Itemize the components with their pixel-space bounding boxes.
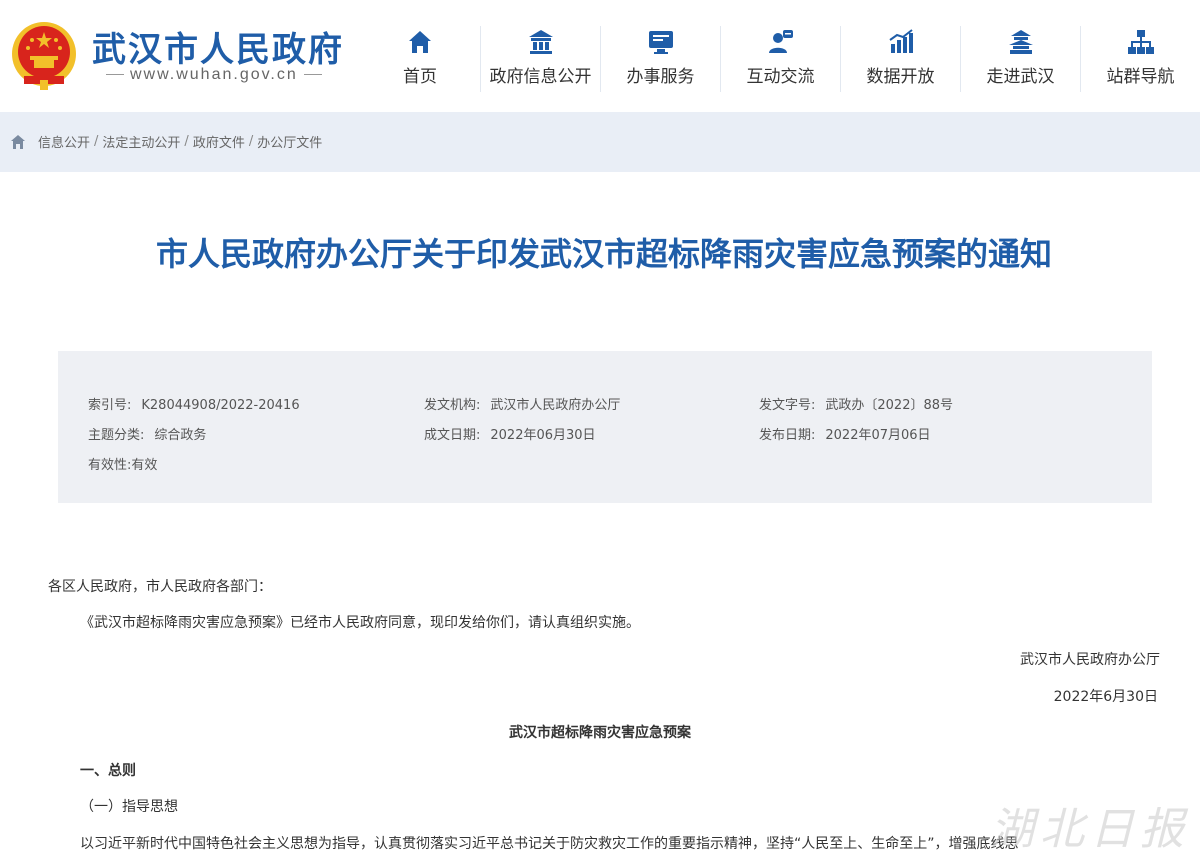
nav-item-open-data[interactable]: 数据开放 [840, 26, 960, 92]
meta-date-made: 成文日期: 2022年06月30日 [424, 424, 596, 443]
body-paragraph: 《武汉市超标降雨灾害应急预案》已经市人民政府同意，现印发给你们，请认真组织实施。 [80, 615, 640, 631]
meta-label: 索引号: [88, 398, 132, 413]
nav-item-gov-info[interactable]: 政府信息公开 [480, 26, 600, 92]
meta-value: K28044908/2022-20416 [141, 398, 300, 413]
meta-value: 2022年06月30日 [490, 428, 596, 443]
breadcrumb-link[interactable]: 政府文件 [193, 132, 245, 151]
nav-item-interaction[interactable]: 互动交流 [720, 26, 840, 92]
breadcrumb-link[interactable]: 办公厅文件 [257, 132, 322, 151]
meta-value: 综合政务 [154, 428, 207, 443]
chart-icon [888, 29, 913, 53]
pagoda-icon [1008, 30, 1033, 54]
signature: 武汉市人民政府办公厅 [1020, 652, 1160, 668]
site-url: www.wuhan.gov.cn [100, 66, 328, 84]
home-icon [409, 31, 431, 53]
meta-value: 有效 [131, 458, 158, 473]
meta-docno: 发文字号: 武政办〔2022〕88号 [759, 394, 953, 413]
meta-label: 发文字号: [759, 398, 816, 413]
meta-value: 武政办〔2022〕88号 [825, 398, 954, 413]
breadcrumb-link[interactable]: 信息公开 [38, 132, 90, 151]
breadcrumb-separator: / [94, 134, 99, 149]
breadcrumb-separator: / [184, 134, 189, 149]
breadcrumb: 信息公开 / 法定主动公开 / 政府文件 / 办公厅文件 [10, 132, 322, 151]
plan-title: 武汉市超标降雨灾害应急预案 [509, 725, 691, 741]
home-icon[interactable] [10, 134, 26, 150]
breadcrumb-band: 信息公开 / 法定主动公开 / 政府文件 / 办公厅文件 [0, 112, 1200, 172]
chat-user-icon [768, 30, 793, 53]
national-emblem-icon[interactable] [10, 20, 78, 92]
meta-value: 武汉市人民政府办公厅 [490, 398, 621, 413]
subsection-heading: （一）指导思想 [80, 799, 178, 815]
nav-label: 数据开放 [866, 67, 935, 87]
building-icon [528, 30, 553, 54]
section-heading: 一、总则 [80, 763, 136, 779]
meta-date-published: 发布日期: 2022年07月06日 [759, 424, 931, 443]
meta-topic: 主题分类: 综合政务 [88, 424, 206, 443]
nav-label: 走进武汉 [986, 67, 1055, 87]
page-title: 市人民政府办公厅关于印发武汉市超标降雨灾害应急预案的通知 [155, 235, 1052, 273]
breadcrumb-link[interactable]: 法定主动公开 [102, 132, 180, 151]
meta-issuer: 发文机构: 武汉市人民政府办公厅 [424, 394, 620, 413]
meta-index: 索引号: K28044908/2022-20416 [88, 394, 300, 413]
meta-label: 发文机构: [424, 398, 481, 413]
nav-item-services[interactable]: 办事服务 [600, 26, 720, 92]
nav-label: 站群导航 [1106, 67, 1175, 87]
meta-label: 发布日期: [759, 428, 816, 443]
nav-label: 办事服务 [626, 67, 695, 87]
nav-item-wuhan[interactable]: 走进武汉 [960, 26, 1080, 92]
meta-label: 成文日期: [424, 428, 481, 443]
nav-item-home[interactable]: 首页 [360, 26, 480, 92]
nav-label: 政府信息公开 [489, 67, 592, 87]
breadcrumb-separator: / [248, 134, 254, 149]
document-meta: 索引号: K28044908/2022-20416 发文机构: 武汉市人民政府办公厅… [58, 351, 1152, 503]
meta-validity: 有效性:有效 [88, 454, 157, 473]
site-header: 武汉市人民政府 www.wuhan.gov.cn 首页 政府信息公开 办事服务 … [0, 0, 1200, 112]
monitor-icon [648, 31, 673, 54]
sitemap-icon [1127, 30, 1154, 54]
addressee: 各区人民政府，市人民政府各部门： [48, 579, 272, 595]
nav-item-sitemap[interactable]: 站群导航 [1080, 26, 1200, 92]
meta-label: 主题分类: [88, 428, 145, 443]
watermark: 湖北日报 [990, 804, 1190, 855]
main-nav: 首页 政府信息公开 办事服务 互动交流 数据开放 走进武汉 站群导航 [360, 26, 1200, 92]
body-paragraph: 以习近平新时代中国特色社会主义思想为指导，认真贯彻落实习近平总书记关于防灾救灾工… [80, 836, 1019, 852]
nav-label: 首页 [403, 67, 437, 87]
nav-label: 互动交流 [746, 67, 815, 87]
sign-date: 2022年6月30日 [1053, 689, 1158, 705]
article-panel: 市人民政府办公厅关于印发武汉市超标降雨灾害应急预案的通知 索引号: K280449… [10, 172, 1190, 861]
site-title[interactable]: 武汉市人民政府 [92, 22, 344, 71]
meta-value: 2022年07月06日 [825, 428, 931, 443]
meta-label: 有效性: [88, 458, 132, 473]
